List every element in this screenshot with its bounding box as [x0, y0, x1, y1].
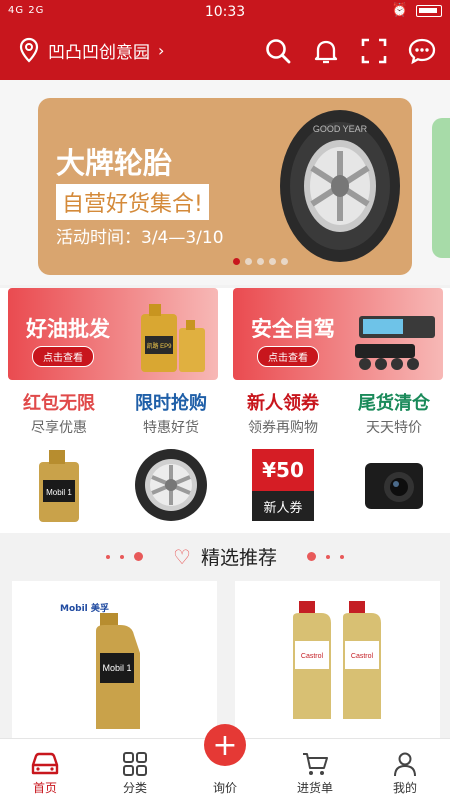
tab-home[interactable]: 首页 [0, 739, 90, 800]
oil-bottles-image: Castrol Castrol [293, 601, 381, 719]
banner-carousel: 大牌轮胎 自营好货集合! 活动时间：3/4—3/10 GOOD YEAR [0, 80, 450, 285]
svg-text:凯路 EP9: 凯路 EP9 [146, 342, 172, 350]
tab-category[interactable]: 分类 [90, 739, 180, 800]
cart-icon [303, 753, 328, 775]
carousel-dot [232, 258, 240, 265]
section-header: ♡ 精选推荐 [0, 533, 450, 581]
car-icon [31, 752, 59, 775]
message-icon[interactable] [406, 35, 438, 67]
svg-text:GOOD YEAR: GOOD YEAR [313, 124, 368, 134]
banner-slide[interactable]: 大牌轮胎 自营好货集合! 活动时间：3/4—3/10 GOOD YEAR [38, 98, 412, 275]
chevron-right-icon: › [158, 40, 165, 60]
tab-profile[interactable]: 我的 [360, 739, 450, 800]
dashcam-image [354, 445, 434, 525]
category-title: 限时抢购 [135, 393, 207, 414]
inquiry-plus-button[interactable]: + [204, 724, 246, 766]
category-subtitle: 特惠好货 [143, 420, 199, 436]
clock: 10:33 [204, 4, 246, 20]
promo-card-oil[interactable]: 好油批发 点击查看 凯路 EP9 [8, 288, 218, 380]
svg-text:Castrol: Castrol [301, 653, 324, 660]
svg-text:Castrol: Castrol [351, 653, 374, 660]
alarm-icon: ⏰ [391, 3, 408, 18]
status-bar: 4G 2G 10:33 ⏰ [0, 0, 450, 25]
category-red-packet[interactable]: 红包无限 尽享优惠 Mobil 1 [3, 389, 115, 525]
promo-card-driving[interactable]: 安全自驾 点击查看 [233, 288, 443, 380]
product-card[interactable]: Mobil 美孚 Mobil 1 [12, 581, 217, 741]
category-title: 红包无限 [23, 393, 95, 414]
category-title: 新人领券 [247, 393, 319, 414]
banner-subtitle: 自营好货集合! [56, 184, 209, 220]
carousel-indicator [38, 258, 412, 265]
carousel-dot [268, 258, 276, 265]
scan-icon[interactable] [358, 35, 390, 67]
category-subtitle: 尽享优惠 [31, 420, 87, 436]
category-clearance[interactable]: 尾货清仓 天天特价 [338, 389, 450, 525]
category-new-user-coupon[interactable]: 新人领券 领券再购物 ¥50 新人券 [227, 389, 339, 525]
view-button[interactable]: 点击查看 [257, 346, 319, 367]
view-button[interactable]: 点击查看 [32, 346, 94, 367]
banner-date: 活动时间：3/4—3/10 [56, 228, 224, 248]
category-subtitle: 天天特价 [366, 420, 422, 436]
category-flash-sale[interactable]: 限时抢购 特惠好货 [115, 389, 227, 525]
tab-label: 进货单 [296, 781, 333, 795]
promo-title: 好油批发 [26, 317, 110, 341]
coupon-image: ¥50 新人券 [243, 445, 323, 525]
tab-label: 分类 [122, 781, 147, 795]
tire-image [131, 445, 211, 525]
section-title: 精选推荐 [200, 547, 277, 569]
category-title: 尾货清仓 [358, 393, 430, 414]
product-card[interactable]: Castrol Castrol [235, 581, 440, 741]
category-subtitle: 领券再购物 [248, 420, 318, 436]
svg-text:Mobil 1: Mobil 1 [46, 488, 72, 497]
promo-row: 好油批发 点击查看 凯路 EP9 安全自驾 点击查看 [0, 288, 450, 383]
tab-label: 询价 [212, 781, 237, 795]
tire-image: GOOD YEAR [278, 106, 403, 266]
location-selector[interactable]: 凹凸凹创意园 › [18, 37, 164, 63]
tab-cart[interactable]: 进货单 [270, 739, 360, 800]
location-name: 凹凸凹创意园 [48, 42, 150, 63]
promo-title: 安全自驾 [251, 317, 335, 341]
battery-icon [416, 4, 442, 17]
tab-label: 我的 [392, 781, 417, 795]
dashcam-kit-image [355, 316, 435, 370]
heart-icon: ♡ [173, 544, 191, 569]
next-banner-slide[interactable] [432, 118, 450, 258]
banner-title: 大牌轮胎 [56, 146, 173, 180]
grid-icon [123, 752, 147, 776]
carousel-dot [280, 258, 288, 265]
location-pin-icon [19, 37, 39, 63]
app-header: 凹凸凹创意园 › [0, 25, 450, 80]
plus-icon: + [212, 727, 238, 763]
oil-bottle-image: Mobil 1 [96, 613, 140, 729]
svg-text:Mobil 1: Mobil 1 [102, 663, 131, 673]
user-icon [394, 752, 416, 777]
search-icon[interactable] [262, 35, 294, 67]
carousel-dot [244, 258, 252, 265]
carousel-dot [256, 258, 264, 265]
category-grid: 红包无限 尽享优惠 Mobil 1 限时抢购 特惠好货 新人领券 领券再购物 ¥… [0, 383, 450, 533]
oil-bottle-image: Mobil 1 [19, 445, 99, 525]
coupon-label: 新人券 [263, 501, 303, 516]
oil-bottle-image: 凯路 EP9 [141, 304, 205, 372]
bell-icon[interactable] [310, 35, 342, 67]
coupon-amount: ¥50 [252, 449, 314, 491]
tab-label: 首页 [32, 781, 57, 795]
